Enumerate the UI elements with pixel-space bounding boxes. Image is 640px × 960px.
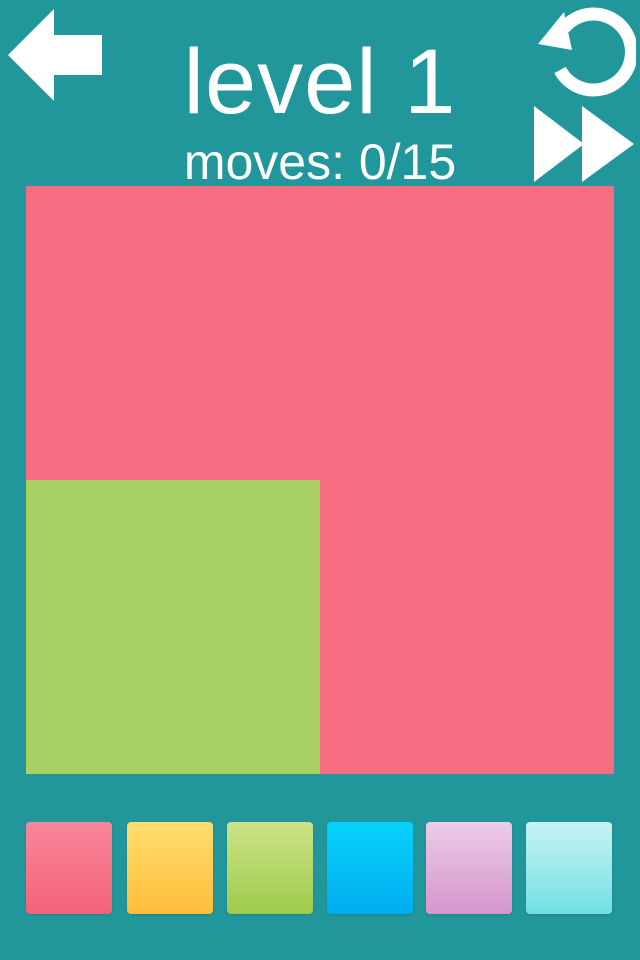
color-swatch-aqua[interactable] <box>526 822 612 914</box>
level-title: level 1 <box>183 31 457 133</box>
color-swatch-lavender[interactable] <box>426 822 512 914</box>
board-region-green[interactable] <box>26 480 320 774</box>
color-swatch-pink[interactable] <box>26 822 112 914</box>
color-palette <box>26 822 616 916</box>
moves-counter: moves: 0/15 <box>183 134 457 190</box>
color-swatch-blue[interactable] <box>327 822 413 914</box>
color-swatch-yellow[interactable] <box>127 822 213 914</box>
color-swatch-green[interactable] <box>227 822 313 914</box>
game-board[interactable] <box>26 186 614 774</box>
